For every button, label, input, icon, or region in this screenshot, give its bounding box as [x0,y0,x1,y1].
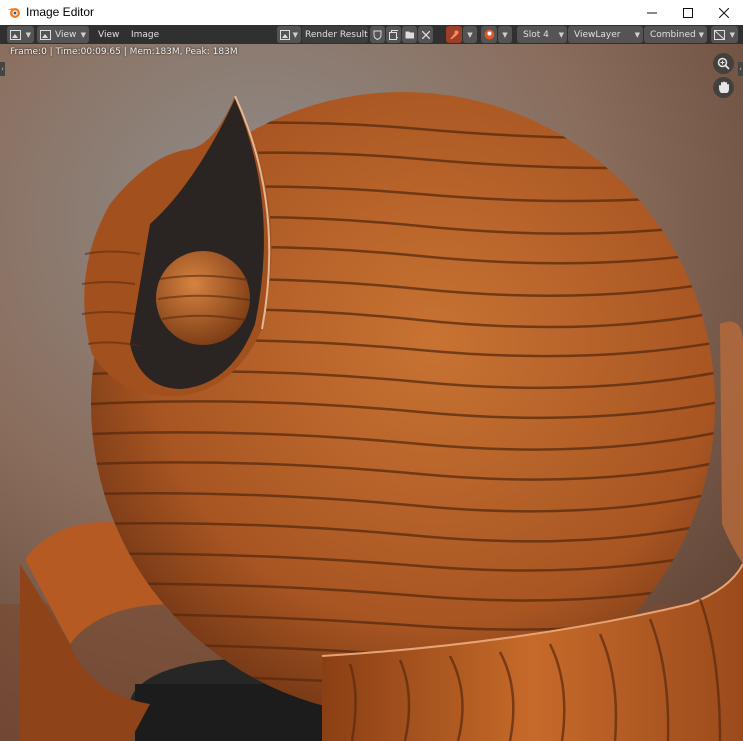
sample-tool-icon [450,30,459,39]
maximize-button[interactable] [670,0,706,25]
sidebar-expand-tab[interactable]: ‹ [738,62,743,76]
view-layer-label: ViewLayer [574,29,621,40]
close-icon [719,7,729,18]
render-icon [484,29,494,40]
image-editor-header: ▼ View ▼ View Image ▼ Render Result ▼ ▼ [0,25,743,44]
fake-user-button[interactable] [370,26,385,43]
pan-button[interactable] [713,77,734,98]
folder-icon [405,31,414,39]
zoom-icon [717,57,730,70]
render-viewport[interactable] [0,44,743,741]
open-image-button[interactable] [402,26,417,43]
image-name-field[interactable]: Render Result [302,26,368,43]
new-image-button[interactable] [386,26,401,43]
render-slot-icon-button[interactable] [481,26,497,43]
duplicate-icon [389,29,398,40]
display-channels-dropdown[interactable]: ▼ [711,26,738,43]
tool-options-dropdown[interactable]: ▼ [463,26,477,43]
image-menu[interactable]: Image [128,26,164,43]
toolbar-expand-tab[interactable]: › [0,62,5,76]
close-button[interactable] [706,0,742,25]
render-options-dropdown[interactable]: ▼ [498,26,512,43]
sample-tool-button[interactable] [446,26,462,43]
render-status-text: Frame:0 | Time:00:09.65 | Mem:183M, Peak… [10,47,238,57]
blender-logo-icon [8,8,20,18]
unlink-image-button[interactable] [418,26,433,43]
image-menu-label: Image [131,29,160,40]
view-mode-dropdown[interactable]: View ▼ [37,26,89,43]
shield-icon [373,30,382,40]
slot-label: Slot 4 [523,29,549,40]
minimize-icon [647,12,657,13]
browse-image-dropdown[interactable]: ▼ [277,26,301,43]
hand-icon [718,81,729,93]
image-browse-icon [280,29,290,40]
render-result-image [0,44,743,741]
window-titlebar: Image Editor [0,0,743,26]
render-pass-label: Combined [650,29,696,40]
display-channels-icon [714,29,725,40]
view-layer-dropdown[interactable]: ViewLayer ▼ [568,26,643,43]
zoom-button[interactable] [713,53,734,74]
window-title: Image Editor [26,5,95,19]
minimize-button[interactable] [634,0,670,25]
view-mode-label: View [55,29,77,40]
slot-dropdown[interactable]: Slot 4 ▼ [517,26,567,43]
image-editor-icon [10,29,21,40]
render-pass-dropdown[interactable]: Combined ▼ [644,26,707,43]
view-menu[interactable]: View [95,26,125,43]
view-menu-label: View [98,29,120,40]
view-mode-icon [40,29,51,40]
x-icon [421,30,430,39]
maximize-icon [683,7,693,18]
image-name-label: Render Result [305,29,368,40]
editor-type-dropdown[interactable]: ▼ [7,26,34,43]
